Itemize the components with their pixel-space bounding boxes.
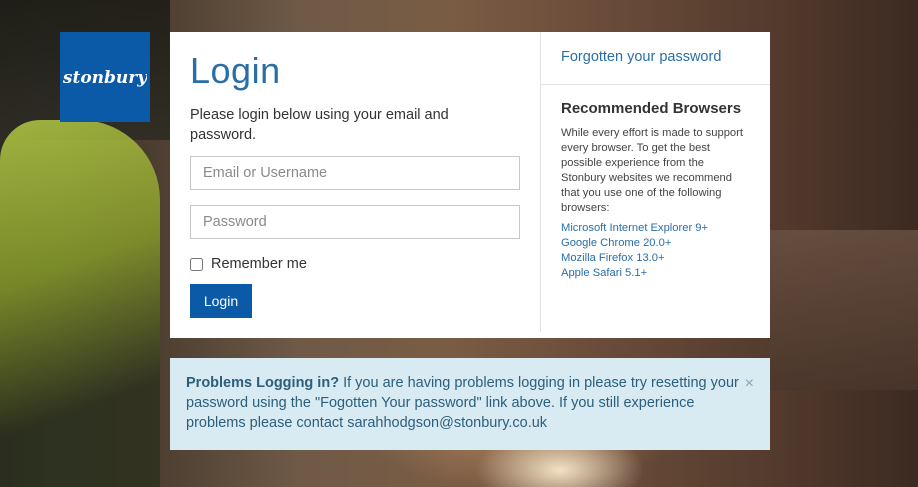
- close-icon[interactable]: ×: [745, 374, 754, 394]
- browser-link-chrome[interactable]: Google Chrome 20.0+: [561, 236, 708, 251]
- login-card: Login Please login below using your emai…: [170, 32, 770, 338]
- login-button[interactable]: Login: [190, 284, 252, 318]
- login-sidebar: Forgotten your password Recommended Brow…: [540, 32, 770, 332]
- password-input[interactable]: [190, 205, 520, 239]
- remember-me-checkbox[interactable]: [190, 257, 203, 271]
- browser-link-firefox[interactable]: Mozilla Firefox 13.0+: [561, 251, 708, 266]
- browser-link-ie[interactable]: Microsoft Internet Explorer 9+: [561, 221, 708, 236]
- email-input[interactable]: [190, 156, 520, 190]
- alert-title: Problems Logging in?: [186, 375, 340, 391]
- forgot-password-link[interactable]: Forgotten your password: [561, 49, 721, 65]
- background-worker-vest: [0, 120, 160, 487]
- logo-wordmark: stonbury: [63, 68, 147, 88]
- background-shelf: [770, 230, 918, 390]
- browser-list: Microsoft Internet Explorer 9+ Google Ch…: [561, 221, 708, 281]
- stonbury-logo[interactable]: stonbury: [60, 32, 150, 122]
- login-instructions: Please login below using your email and …: [190, 107, 449, 143]
- page-title: Login: [190, 50, 281, 91]
- remember-me-label: Remember me: [211, 256, 307, 272]
- recommended-browsers-title: Recommended Browsers: [561, 100, 742, 117]
- support-email[interactable]: sarahhodgson@stonbury.co.uk: [347, 415, 547, 431]
- browser-link-safari[interactable]: Apple Safari 5.1+: [561, 266, 708, 281]
- svg-text:stonbury: stonbury: [63, 68, 147, 88]
- login-problems-alert: Problems Logging in? If you are having p…: [170, 358, 770, 450]
- sidebar-divider: [541, 84, 770, 85]
- login-form: Login Please login below using your emai…: [170, 32, 540, 338]
- recommended-browsers-description: While every effort is made to support ev…: [561, 127, 743, 214]
- remember-me[interactable]: Remember me: [190, 256, 307, 272]
